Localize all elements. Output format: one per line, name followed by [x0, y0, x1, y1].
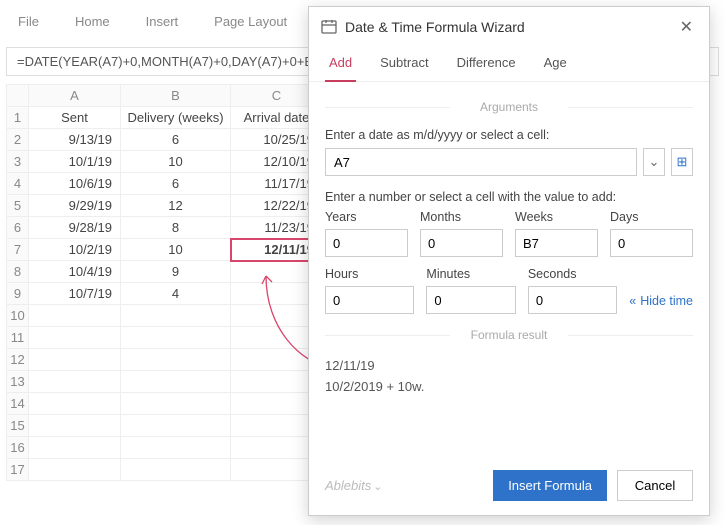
section-arguments-label: Arguments [325, 100, 693, 114]
ribbon-tab-file[interactable]: File [0, 8, 57, 35]
formula-result: 12/11/19 10/2/2019 + 10w. [325, 356, 693, 398]
number-field-label: Enter a number or select a cell with the… [325, 190, 693, 204]
tab-age[interactable]: Age [540, 47, 571, 81]
cell[interactable]: 6 [121, 173, 231, 195]
date-input[interactable] [325, 148, 637, 176]
cell[interactable] [29, 371, 121, 393]
cell[interactable]: 10 [121, 151, 231, 173]
cell[interactable]: 10/2/19 [29, 239, 121, 261]
brand-label[interactable]: Ablebits⌄ [325, 478, 382, 493]
cell[interactable]: 9/28/19 [29, 217, 121, 239]
cell[interactable]: 4 [121, 283, 231, 305]
cell[interactable]: Sent [29, 107, 121, 129]
date-dropdown-button[interactable]: ⌄ [643, 148, 665, 176]
days-label: Days [610, 210, 693, 224]
cell[interactable]: 9/29/19 [29, 195, 121, 217]
close-button[interactable]: ✕ [676, 17, 697, 37]
ribbon-tab-insert[interactable]: Insert [128, 8, 197, 35]
insert-formula-button[interactable]: Insert Formula [493, 470, 607, 501]
years-input[interactable] [325, 229, 408, 257]
cell[interactable]: 10/4/19 [29, 261, 121, 283]
row-header[interactable]: 7 [7, 239, 29, 261]
tab-add[interactable]: Add [325, 47, 356, 82]
cell[interactable] [121, 393, 231, 415]
row-header[interactable]: 13 [7, 371, 29, 393]
cancel-button[interactable]: Cancel [617, 470, 693, 501]
weeks-label: Weeks [515, 210, 598, 224]
cell-picker-button[interactable]: ⊞ [671, 148, 693, 176]
cell-picker-icon: ⊞ [677, 154, 688, 170]
cell[interactable]: 6 [121, 129, 231, 151]
cell[interactable] [29, 305, 121, 327]
cell[interactable] [121, 349, 231, 371]
cell[interactable]: 12 [121, 195, 231, 217]
row-header[interactable]: 10 [7, 305, 29, 327]
dialog-tabs: Add Subtract Difference Age [309, 47, 709, 82]
tab-difference[interactable]: Difference [453, 47, 520, 81]
dialog-titlebar: Date & Time Formula Wizard ✕ [309, 7, 709, 47]
row-header[interactable]: 9 [7, 283, 29, 305]
minutes-label: Minutes [426, 267, 515, 281]
row-header[interactable]: 4 [7, 173, 29, 195]
row-header[interactable]: 14 [7, 393, 29, 415]
seconds-label: Seconds [528, 267, 617, 281]
cell[interactable] [29, 393, 121, 415]
cell[interactable]: Delivery (weeks) [121, 107, 231, 129]
dialog-title: Date & Time Formula Wizard [345, 19, 525, 35]
weeks-input[interactable] [515, 229, 598, 257]
cell[interactable]: 10/1/19 [29, 151, 121, 173]
cell[interactable] [121, 305, 231, 327]
cell[interactable] [121, 459, 231, 481]
row-header[interactable]: 16 [7, 437, 29, 459]
row-header[interactable]: 17 [7, 459, 29, 481]
cell[interactable] [121, 327, 231, 349]
section-result-label: Formula result [325, 328, 693, 342]
row-header[interactable]: 5 [7, 195, 29, 217]
col-header-b[interactable]: B [121, 85, 231, 107]
chevron-down-icon: ⌄ [373, 481, 382, 493]
col-header-a[interactable]: A [29, 85, 121, 107]
cell[interactable] [29, 459, 121, 481]
result-date: 12/11/19 [325, 356, 693, 377]
cell[interactable] [121, 415, 231, 437]
cell[interactable] [121, 371, 231, 393]
date-time-wizard-dialog: Date & Time Formula Wizard ✕ Add Subtrac… [308, 6, 710, 516]
cell[interactable]: 10/7/19 [29, 283, 121, 305]
select-all-cell[interactable] [7, 85, 29, 107]
wizard-icon [321, 19, 337, 35]
hide-time-link[interactable]: Hide time [629, 294, 693, 314]
date-field-label: Enter a date as m/d/yyyy or select a cel… [325, 128, 693, 142]
days-input[interactable] [610, 229, 693, 257]
ribbon-tab-page-layout[interactable]: Page Layout [196, 8, 305, 35]
result-expression: 10/2/2019 + 10w. [325, 377, 693, 398]
row-header[interactable]: 15 [7, 415, 29, 437]
cell[interactable]: 9/13/19 [29, 129, 121, 151]
hours-label: Hours [325, 267, 414, 281]
cell[interactable]: 8 [121, 217, 231, 239]
years-label: Years [325, 210, 408, 224]
row-header[interactable]: 12 [7, 349, 29, 371]
cell[interactable] [121, 437, 231, 459]
chevron-down-icon: ⌄ [649, 154, 660, 170]
minutes-input[interactable] [426, 286, 515, 314]
row-header[interactable]: 11 [7, 327, 29, 349]
cell[interactable]: 10/6/19 [29, 173, 121, 195]
cell[interactable] [29, 437, 121, 459]
cell[interactable]: 10 [121, 239, 231, 261]
tab-subtract[interactable]: Subtract [376, 47, 432, 81]
months-label: Months [420, 210, 503, 224]
ribbon-tab-home[interactable]: Home [57, 8, 128, 35]
row-header[interactable]: 3 [7, 151, 29, 173]
cell[interactable] [29, 327, 121, 349]
seconds-input[interactable] [528, 286, 617, 314]
row-header[interactable]: 2 [7, 129, 29, 151]
months-input[interactable] [420, 229, 503, 257]
row-header[interactable]: 6 [7, 217, 29, 239]
row-header[interactable]: 1 [7, 107, 29, 129]
row-header[interactable]: 8 [7, 261, 29, 283]
cell[interactable] [29, 349, 121, 371]
cell[interactable] [29, 415, 121, 437]
hours-input[interactable] [325, 286, 414, 314]
cell[interactable]: 9 [121, 261, 231, 283]
